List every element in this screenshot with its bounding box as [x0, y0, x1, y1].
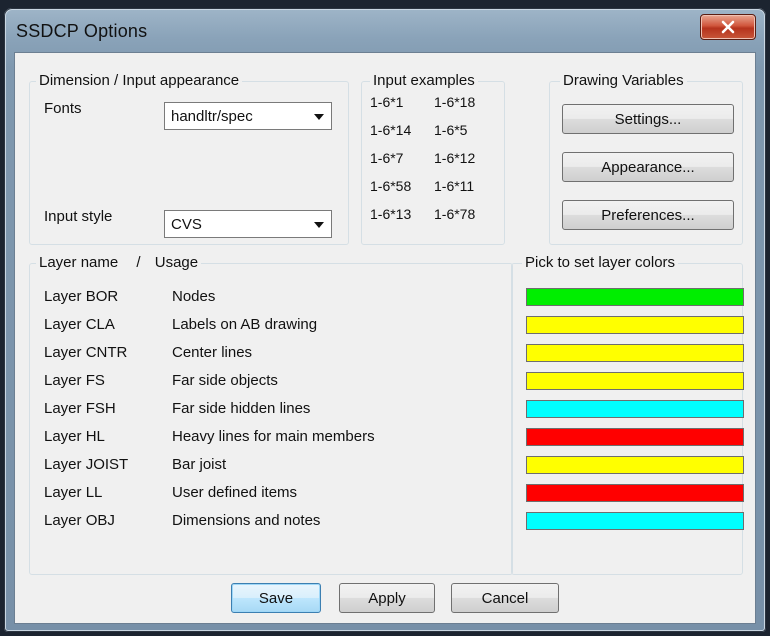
preferences-button[interactable]: Preferences...: [562, 200, 734, 230]
layer-color-swatch[interactable]: [526, 512, 744, 530]
dialog-body: Dimension / Input appearance Fonts handl…: [14, 52, 756, 624]
chevron-down-icon: [314, 114, 324, 120]
layer-name: Layer JOIST: [44, 456, 129, 473]
appearance-button[interactable]: Appearance...: [562, 152, 734, 182]
layer-usage: Bar joist: [172, 456, 227, 473]
example-item: 1-6*58: [370, 178, 412, 194]
example-item: 1-6*1: [370, 94, 404, 110]
layer-colors-group: Pick to set layer colors: [511, 254, 744, 575]
dimension-group-label: Dimension / Input appearance: [36, 72, 243, 89]
header-separator: /: [136, 254, 141, 271]
layer-header: Layer name / Usage: [36, 254, 202, 271]
example-item: 1-6*12: [434, 150, 476, 166]
layer-color-swatch[interactable]: [526, 372, 744, 390]
example-item: 1-6*5: [434, 122, 468, 138]
window-title: SSDCP Options: [16, 21, 148, 41]
input-style-select[interactable]: CVS: [164, 210, 332, 238]
layer-row: Layer CLA Labels on AB drawing: [44, 314, 504, 338]
example-item: 1-6*7: [370, 150, 404, 166]
layer-name: Layer HL: [44, 428, 105, 445]
layer-name: Layer CLA: [44, 316, 115, 333]
layer-usage: Center lines: [172, 344, 253, 361]
layer-name: Layer FSH: [44, 400, 116, 417]
layer-color-swatch[interactable]: [526, 316, 744, 334]
layer-usage: Heavy lines for main members: [172, 428, 375, 445]
layer-color-swatch[interactable]: [526, 456, 744, 474]
drawing-group-label: Drawing Variables: [560, 72, 687, 89]
input-style-select-value: CVS: [171, 216, 202, 233]
example-item: 1-6*18: [434, 94, 476, 110]
layer-usage: Dimensions and notes: [172, 512, 321, 529]
layer-name: Layer BOR: [44, 288, 119, 305]
drawing-variables-group: Drawing Variables Settings... Appearance…: [549, 72, 743, 245]
fonts-label: Fonts: [44, 100, 82, 117]
layer-usage: Nodes: [172, 288, 216, 305]
examples-group-label: Input examples: [370, 72, 478, 89]
layer-usage: Far side objects: [172, 372, 278, 389]
layer-color-swatch[interactable]: [526, 484, 744, 502]
close-button[interactable]: [700, 14, 756, 40]
chevron-down-icon: [314, 222, 324, 228]
cancel-button[interactable]: Cancel: [451, 583, 559, 613]
close-icon: [721, 20, 735, 34]
layer-color-swatch[interactable]: [526, 400, 744, 418]
dimension-input-group: Dimension / Input appearance Fonts handl…: [29, 72, 349, 245]
layer-name: Layer FS: [44, 372, 105, 389]
settings-button[interactable]: Settings...: [562, 104, 734, 134]
layer-usage: User defined items: [172, 484, 298, 501]
layer-row: Layer FS Far side objects: [44, 370, 504, 394]
save-button[interactable]: Save: [231, 583, 321, 613]
layer-usage-group: Layer name / Usage Layer BOR Nodes Layer…: [29, 254, 513, 575]
fonts-select[interactable]: handltr/spec: [164, 102, 332, 130]
layer-row: Layer CNTR Center lines: [44, 342, 504, 366]
options-dialog: SSDCP Options Dimension / Input appearan…: [4, 8, 766, 632]
layer-name: Layer LL: [44, 484, 103, 501]
layer-row: Layer JOIST Bar joist: [44, 454, 504, 478]
layer-row: Layer HL Heavy lines for main members: [44, 426, 504, 450]
layer-name-header: Layer name: [39, 254, 119, 271]
layer-color-swatch[interactable]: [526, 428, 744, 446]
colors-group-label: Pick to set layer colors: [522, 254, 679, 271]
layer-color-swatch[interactable]: [526, 344, 744, 362]
input-examples-group: Input examples 1-6*1 1-6*14 1-6*7 1-6*58…: [361, 72, 505, 245]
input-style-label: Input style: [44, 208, 113, 225]
layer-row: Layer LL User defined items: [44, 482, 504, 506]
fonts-select-value: handltr/spec: [171, 108, 253, 125]
title-bar[interactable]: SSDCP Options: [4, 8, 766, 52]
layer-usage: Labels on AB drawing: [172, 316, 318, 333]
layer-name: Layer CNTR: [44, 344, 128, 361]
layer-color-swatch[interactable]: [526, 288, 744, 306]
usage-header: Usage: [154, 254, 199, 271]
example-item: 1-6*14: [370, 122, 412, 138]
layer-row: Layer FSH Far side hidden lines: [44, 398, 504, 422]
layer-name: Layer OBJ: [44, 512, 115, 529]
layer-row: Layer BOR Nodes: [44, 286, 504, 310]
example-item: 1-6*13: [370, 206, 412, 222]
apply-button[interactable]: Apply: [339, 583, 435, 613]
layer-usage: Far side hidden lines: [172, 400, 311, 417]
layer-row: Layer OBJ Dimensions and notes: [44, 510, 504, 534]
example-item: 1-6*11: [434, 178, 475, 194]
example-item: 1-6*78: [434, 206, 476, 222]
